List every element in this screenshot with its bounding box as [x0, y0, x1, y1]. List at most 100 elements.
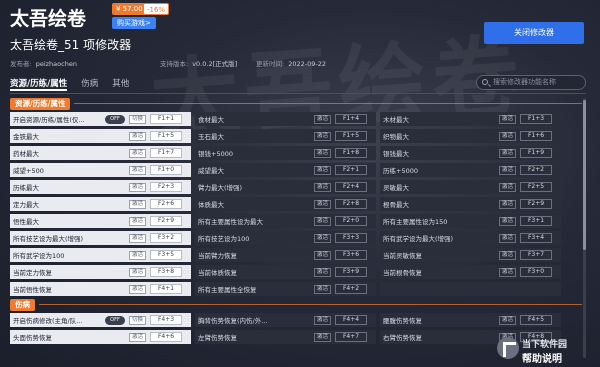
cheat-hotkey[interactable]: F2+0 [335, 216, 367, 226]
cheat-hotkey[interactable]: F1+8 [335, 148, 367, 158]
cheat-item[interactable]: 所有武学设为100 激活 F3+5 [10, 248, 191, 262]
cheat-action-button[interactable]: 激活 [313, 216, 331, 226]
cheat-action-button[interactable]: 激活 [313, 284, 331, 294]
cheat-hotkey[interactable]: F1+5 [335, 131, 367, 141]
cheat-hotkey[interactable]: F1+3 [520, 114, 552, 124]
cheat-hotkey[interactable]: F1+5 [150, 131, 182, 141]
cheat-action-button[interactable]: 激活 [313, 114, 331, 124]
cheat-item[interactable]: 当前灵敏恢复 激活 F3+7 [380, 248, 561, 262]
cheat-action-button[interactable]: 激活 [128, 267, 146, 277]
tab-resources[interactable]: 资源/历练/属性 [10, 77, 68, 91]
cheat-action-button[interactable]: 激活 [313, 332, 331, 342]
cheat-item[interactable]: 历练最大 激活 F2+3 [10, 180, 191, 194]
cheat-item[interactable]: 当前定力恢复 激活 F3+8 [10, 265, 191, 279]
cheat-item[interactable]: 根骨最大 激活 F2+9 [380, 197, 561, 211]
cheat-hotkey[interactable]: F3+9 [335, 267, 367, 277]
cheat-action-button[interactable]: 激活 [128, 199, 146, 209]
cheat-item[interactable]: 臂力最大(增强) 激活 F2+4 [195, 180, 376, 194]
cheat-item[interactable]: 头面伤势恢复 激活 F4+6 [10, 330, 191, 344]
cheat-item[interactable]: 开启伤病修改(主角/队... OFF 切换 F4+3 [10, 313, 191, 327]
cheat-action-button[interactable]: 激活 [313, 199, 331, 209]
cheat-hotkey[interactable]: F4+6 [150, 332, 182, 342]
cheat-item[interactable]: 所有主要属性设为最大 激活 F2+0 [195, 214, 376, 228]
cheat-action-button[interactable]: 激活 [498, 131, 516, 141]
cheat-item[interactable]: 腰腹伤势恢复 激活 F4+5 [380, 313, 561, 327]
cheat-item[interactable]: 当前悟性恢复 激活 F4+1 [10, 282, 191, 296]
cheat-item[interactable]: 体质最大 激活 F2+8 [195, 197, 376, 211]
cheat-hotkey[interactable]: F4+4 [335, 315, 367, 325]
cheat-action-button[interactable]: 激活 [498, 315, 516, 325]
cheat-item[interactable]: 历练+5000 激活 F2+2 [380, 163, 561, 177]
cheat-item[interactable]: 药材最大 激活 F1+7 [10, 146, 191, 160]
cheat-item[interactable]: 当前臂力恢复 激活 F3+6 [195, 248, 376, 262]
cheat-item[interactable]: 胸背伤势恢复(内伤/外... 激活 F4+4 [195, 313, 376, 327]
cheat-hotkey[interactable]: F1+0 [150, 165, 182, 175]
cheat-hotkey[interactable]: F4+7 [335, 332, 367, 342]
cheat-action-button[interactable]: 激活 [498, 233, 516, 243]
cheat-item[interactable]: 木材最大 激活 F1+3 [380, 112, 561, 126]
cheat-action-button[interactable]: 切换 [128, 114, 146, 124]
cheat-hotkey[interactable]: F2+9 [520, 199, 552, 209]
tab-injuries[interactable]: 伤病 [81, 77, 98, 91]
cheat-hotkey[interactable]: F4+5 [520, 315, 552, 325]
cheat-item[interactable]: 所有主要属性全恢复 激活 F4+2 [195, 282, 376, 296]
cheat-action-button[interactable]: 激活 [128, 148, 146, 158]
cheat-item[interactable]: 开启资源/历练/属性(仅... OFF 切换 F1+1 [10, 112, 191, 126]
cheat-action-button[interactable]: 激活 [128, 233, 146, 243]
cheat-action-button[interactable]: 激活 [128, 182, 146, 192]
cheat-hotkey[interactable]: F3+7 [520, 250, 552, 260]
close-trainer-button[interactable]: 关闭修改器 [484, 22, 584, 44]
cheat-action-button[interactable]: 激活 [313, 148, 331, 158]
cheat-item[interactable]: 左臂伤势恢复 激活 F4+7 [195, 330, 376, 344]
cheat-action-button[interactable]: 激活 [313, 315, 331, 325]
cheat-hotkey[interactable]: F4+1 [150, 284, 182, 294]
cheat-hotkey[interactable]: F1+6 [520, 131, 552, 141]
cheat-action-button[interactable]: 激活 [313, 182, 331, 192]
cheat-item[interactable]: 金铁最大 激活 F1+5 [10, 129, 191, 143]
cheat-item[interactable]: 所有技艺设为100 激活 F3+3 [195, 231, 376, 245]
cheat-hotkey[interactable]: F4+3 [150, 315, 182, 325]
cheat-toggle[interactable]: OFF [104, 114, 125, 124]
cheat-item[interactable]: 所有武学设为最大(增强) 激活 F3+4 [380, 231, 561, 245]
cheat-toggle[interactable]: OFF [104, 315, 125, 325]
cheat-hotkey[interactable]: F2+8 [335, 199, 367, 209]
cheat-item[interactable]: 当前体质恢复 激活 F3+9 [195, 265, 376, 279]
cheat-action-button[interactable]: 激活 [313, 267, 331, 277]
cheat-item[interactable]: 银钱+5000 激活 F1+8 [195, 146, 376, 160]
cheat-action-button[interactable]: 激活 [313, 131, 331, 141]
cheat-item[interactable]: 威望最大 激活 F2+1 [195, 163, 376, 177]
cheat-item[interactable]: 当前根骨恢复 激活 F3+0 [380, 265, 561, 279]
cheat-hotkey[interactable]: F3+6 [335, 250, 367, 260]
cheat-item[interactable]: 灵敏最大 激活 F2+5 [380, 180, 561, 194]
cheat-hotkey[interactable]: F3+3 [335, 233, 367, 243]
cheat-hotkey[interactable]: F1+7 [150, 148, 182, 158]
cheat-action-button[interactable]: 激活 [498, 216, 516, 226]
cheat-action-button[interactable]: 激活 [498, 165, 516, 175]
cheat-hotkey[interactable]: F2+2 [520, 165, 552, 175]
cheat-hotkey[interactable]: F2+5 [520, 182, 552, 192]
search-input[interactable]: 搜索修改器功能名称 [476, 75, 586, 90]
cheat-action-button[interactable]: 激活 [128, 131, 146, 141]
cheat-action-button[interactable]: 激活 [498, 250, 516, 260]
cheat-hotkey[interactable]: F2+9 [150, 216, 182, 226]
cheat-hotkey[interactable]: F3+0 [520, 267, 552, 277]
cheat-item[interactable]: 所有主要属性设为150 激活 F3+1 [380, 214, 561, 228]
cheat-hotkey[interactable]: F1+9 [520, 148, 552, 158]
buy-game-button[interactable]: 购买游戏> [112, 17, 156, 29]
cheat-item[interactable]: 悟性最大 激活 F2+9 [10, 214, 191, 228]
scrollbar[interactable] [583, 98, 586, 358]
cheat-item[interactable]: 威望+500 激活 F1+0 [10, 163, 191, 177]
cheat-item[interactable]: 所有技艺设为最大(增强) 激活 F3+2 [10, 231, 191, 245]
cheat-action-button[interactable]: 切换 [128, 315, 146, 325]
scrollbar-thumb[interactable] [583, 100, 586, 250]
cheat-hotkey[interactable]: F2+4 [335, 182, 367, 192]
cheat-action-button[interactable]: 激活 [313, 233, 331, 243]
cheat-hotkey[interactable]: F2+1 [335, 165, 367, 175]
tab-other[interactable]: 其他 [112, 77, 129, 91]
cheat-hotkey[interactable]: F3+4 [520, 233, 552, 243]
cheat-action-button[interactable]: 激活 [128, 332, 146, 342]
cheat-action-button[interactable]: 激活 [128, 165, 146, 175]
cheat-hotkey[interactable]: F3+1 [520, 216, 552, 226]
cheat-hotkey[interactable]: F3+5 [150, 250, 182, 260]
cheat-hotkey[interactable]: F1+4 [335, 114, 367, 124]
